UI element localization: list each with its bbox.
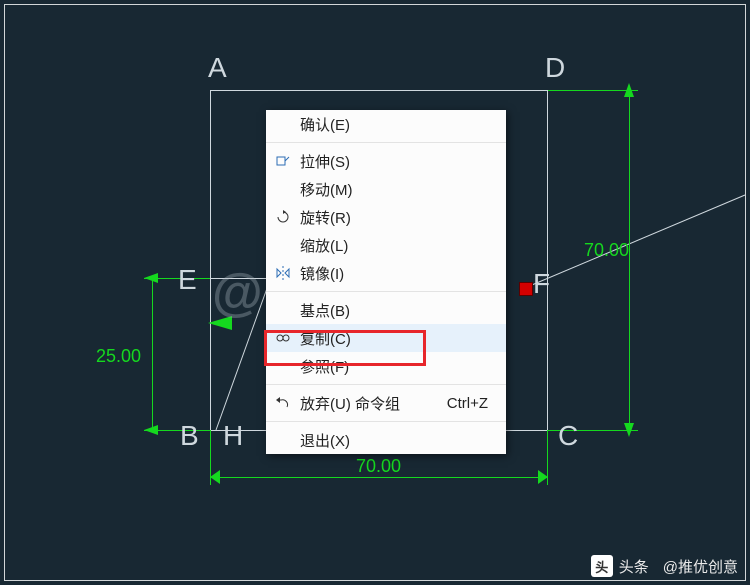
menu-item-7[interactable]: 复制(C) [266,324,506,352]
footer: 头 头条 @推优创意 [591,555,738,577]
grip-F[interactable] [519,282,533,296]
menu-item-6[interactable]: 基点(B) [266,296,506,324]
menu-item-label: 复制(C) [300,328,488,349]
menu-item-0[interactable]: 确认(E) [266,110,506,138]
menu-item-label: 参照(F) [300,356,488,377]
dim-line-left [152,278,153,430]
menu-item-2[interactable]: 移动(M) [266,175,506,203]
label-E: E [178,264,197,296]
label-F: F [533,268,550,300]
rotate-icon [266,209,300,225]
toutiao-icon: 头 [591,555,613,577]
menu-shortcut: Ctrl+Z [447,395,488,412]
label-B: B [180,420,199,452]
menu-item-label: 缩放(L) [300,235,488,256]
copy-icon [266,330,300,346]
dim-ext1 [144,278,210,279]
edge-AB [210,90,211,430]
menu-item-1[interactable]: 拉伸(S) [266,147,506,175]
context-menu[interactable]: 确认(E) 拉伸(S) 移动(M) 旋转(R) 缩放(L) 镜像(I) 基点(B) 复制(C)… [266,110,506,454]
menu-separator [266,291,506,292]
footer-brand: 头条 [619,556,649,577]
menu-separator [266,384,506,385]
dim-extr1 [548,90,638,91]
label-H: H [223,420,243,452]
label-D: D [545,52,565,84]
stretch-icon [266,153,300,169]
menu-item-5[interactable]: 镜像(I) [266,259,506,287]
label-A: A [208,52,227,84]
menu-item-label: 放弃(U) 命令组 [300,393,423,414]
undo-icon [266,395,300,411]
menu-item-label: 拉伸(S) [300,151,488,172]
footer-account: @推优创意 [663,556,738,577]
menu-item-label: 退出(X) [300,430,488,451]
edge-DC [547,90,548,430]
menu-item-9[interactable]: 放弃(U) 命令组 Ctrl+Z [266,389,506,417]
label-C: C [558,420,578,452]
menu-item-label: 镜像(I) [300,263,488,284]
dim-70v: 70.00 [584,240,629,261]
menu-item-4[interactable]: 缩放(L) [266,231,506,259]
menu-item-3[interactable]: 旋转(R) [266,203,506,231]
menu-item-label: 基点(B) [300,300,488,321]
menu-separator [266,142,506,143]
dim-25: 25.00 [96,346,141,367]
dim-line-bottom [210,477,548,478]
menu-item-label: 确认(E) [300,114,488,135]
menu-separator [266,421,506,422]
menu-item-10[interactable]: 退出(X) [266,426,506,454]
menu-item-label: 旋转(R) [300,207,488,228]
dim-line-right [629,90,630,430]
dim-ext2 [144,430,210,431]
menu-item-8[interactable]: 参照(F) [266,352,506,380]
dim-70h: 70.00 [356,456,401,477]
cad-canvas[interactable]: 25.00 70.00 70.00 A D E F B H C @推优创意 确认… [0,0,750,585]
edge-AD [210,90,548,91]
mirror-icon [266,265,300,281]
menu-item-label: 移动(M) [300,179,488,200]
